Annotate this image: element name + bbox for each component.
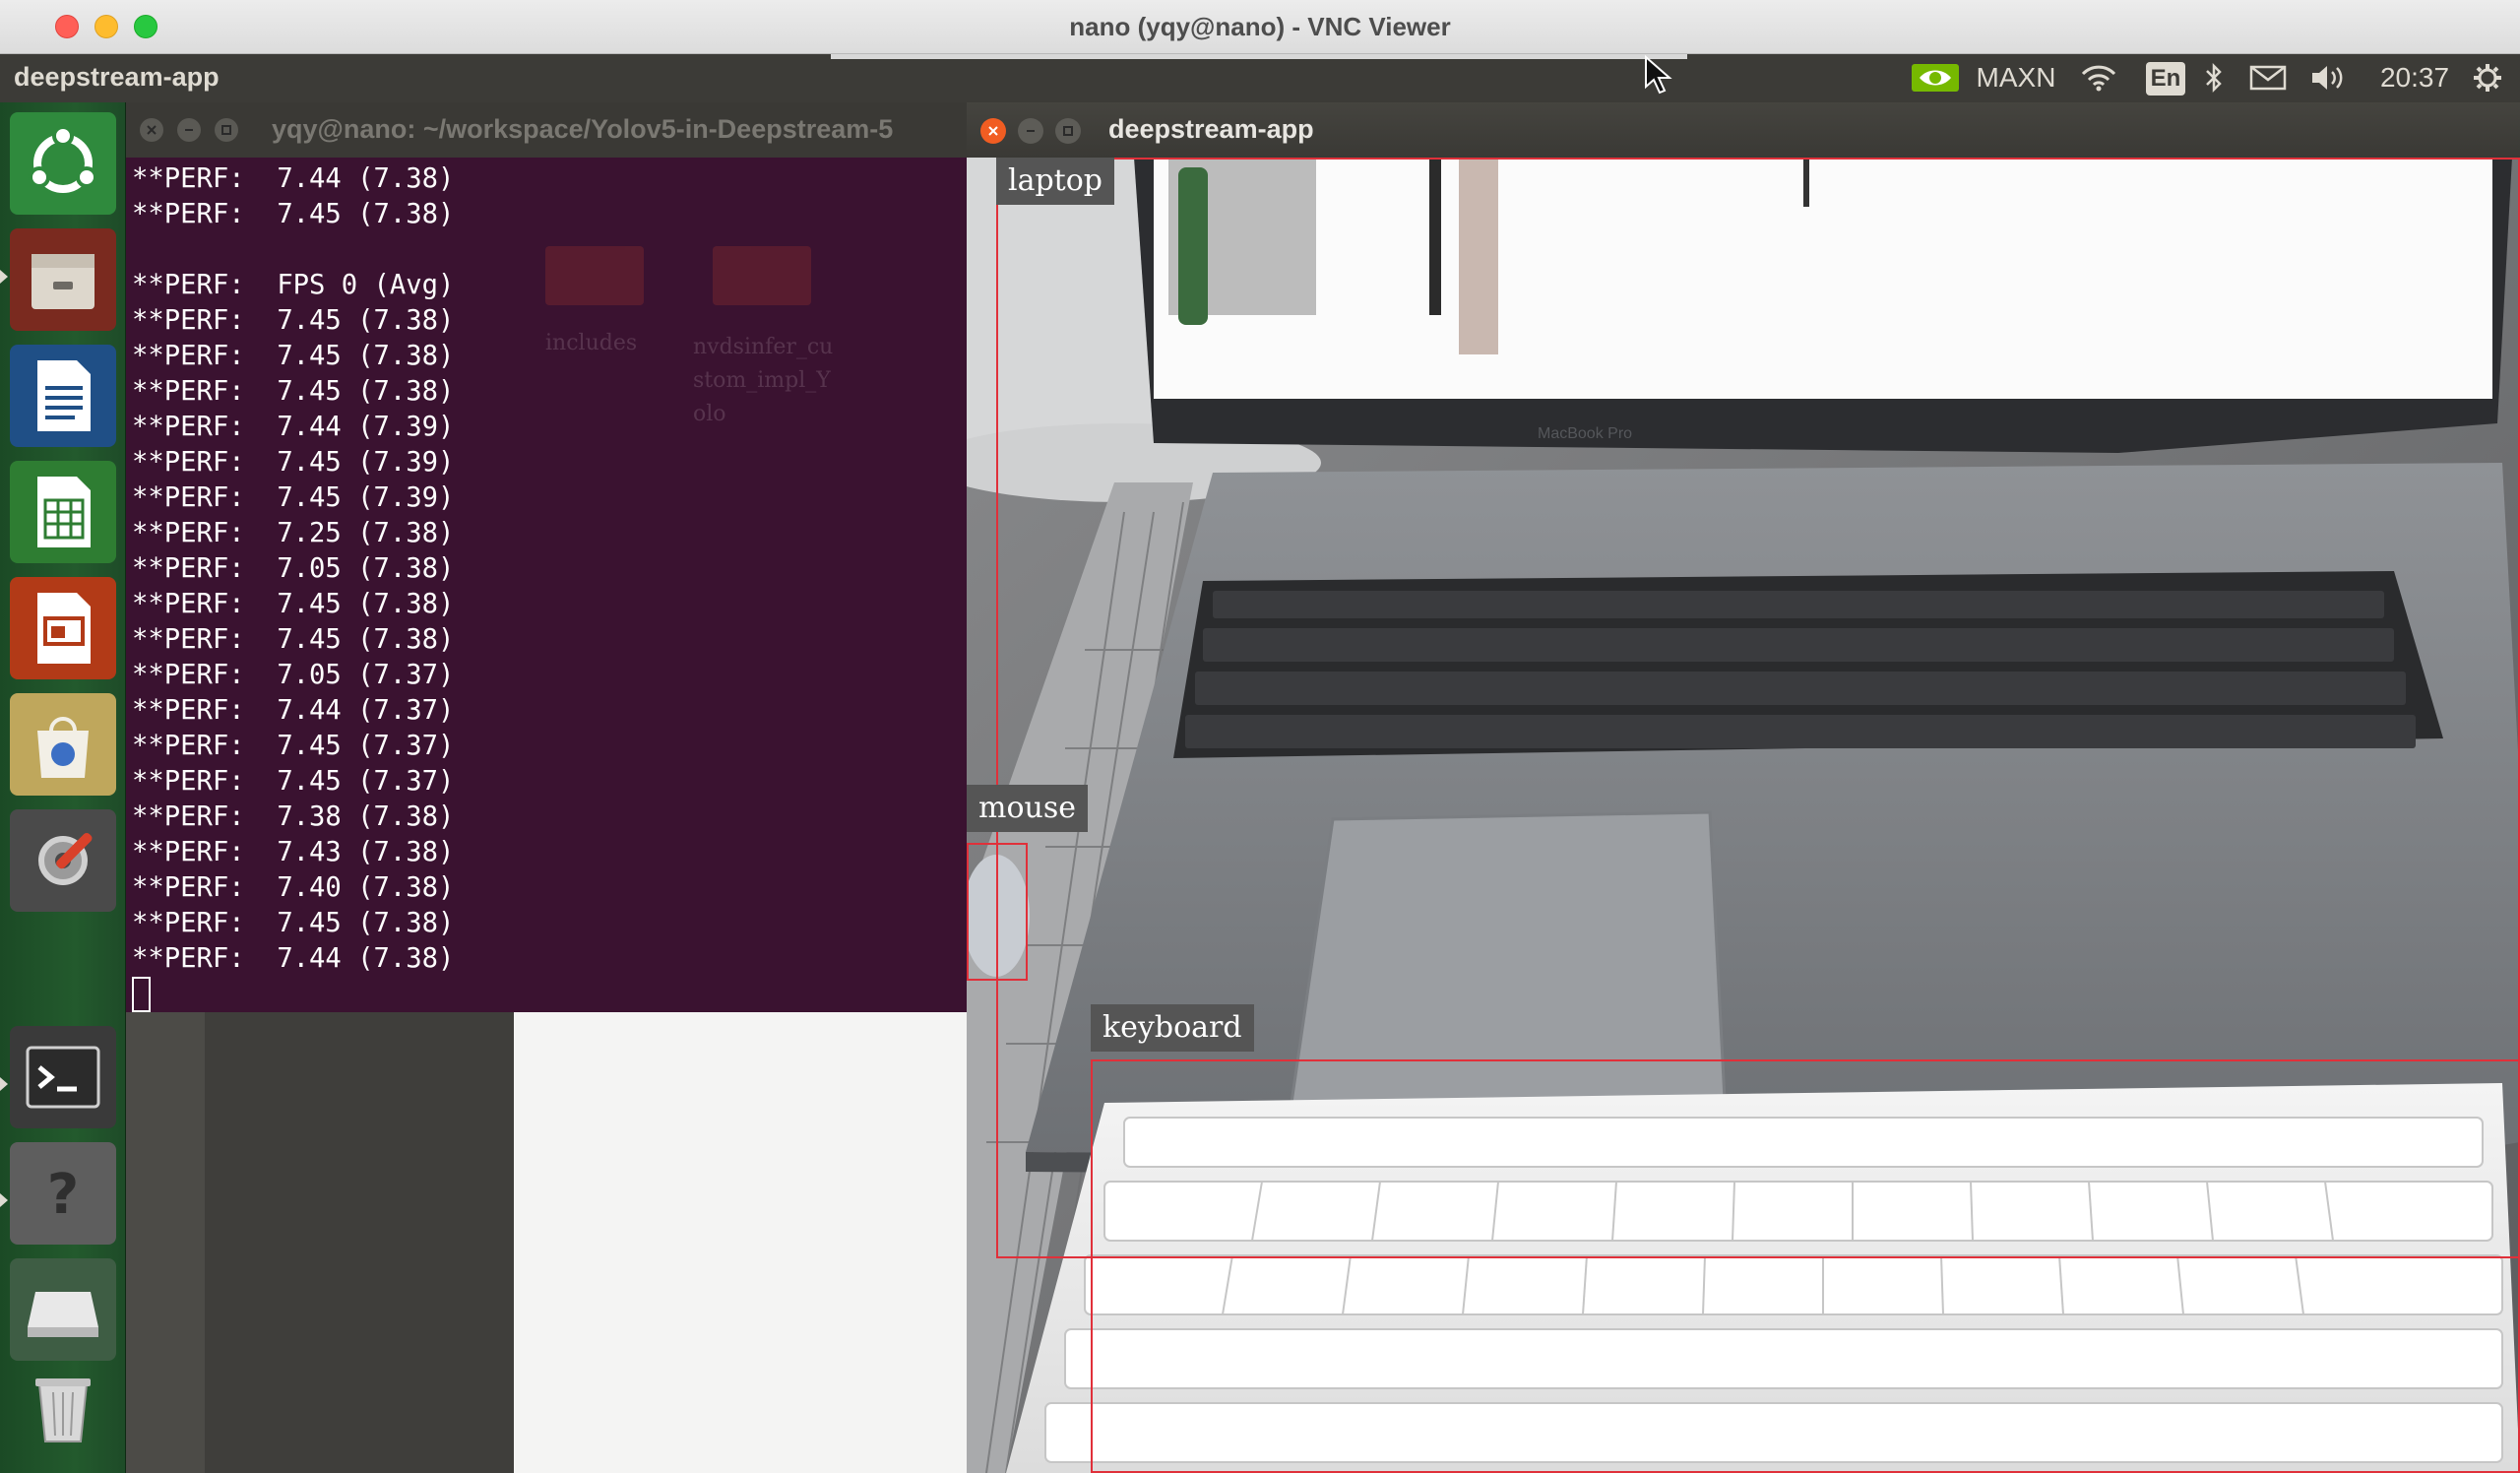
detection-label-keyboard: keyboard <box>1091 1004 1254 1052</box>
deepstream-minimize-button[interactable] <box>1018 118 1043 144</box>
terminal-output: **PERF: 7.44 (7.38) **PERF: 7.45 (7.38) **… <box>132 161 959 1012</box>
terminal-line: **PERF: 7.45 (7.39) <box>132 447 455 478</box>
deepstream-titlebar[interactable]: deepstream-app <box>967 102 2520 158</box>
power-mode-indicator[interactable]: MAXN <box>1969 60 2063 96</box>
vnc-screen: nano (yqy@nano) - VNC Viewer deepstream-… <box>0 0 2520 1473</box>
terminal-line: **PERF: 7.44 (7.38) <box>132 163 455 194</box>
terminal-body[interactable]: includes nvdsinfer_custom_impl_Yolo **PE… <box>126 158 967 1012</box>
deepstream-close-button[interactable] <box>980 118 1006 144</box>
volume-icon[interactable] <box>2307 60 2351 96</box>
files-icon[interactable] <box>10 228 116 331</box>
libreoffice-writer-icon[interactable] <box>10 345 116 447</box>
unity-launcher: ? <box>0 102 126 1473</box>
terminal-prompt-line[interactable] <box>132 977 959 1012</box>
detection-label-mouse: mouse <box>967 785 1088 832</box>
terminal-line: **PERF: 7.45 (7.39) <box>132 482 455 513</box>
terminal-line: **PERF: 7.05 (7.37) <box>132 660 455 690</box>
detection-box-keyboard <box>1091 1059 2520 1473</box>
terminal-line: **PERF: 7.44 (7.37) <box>132 695 455 726</box>
terminal-line: **PERF: 7.45 (7.38) <box>132 908 455 938</box>
terminal-line: **PERF: FPS 0 (Avg) <box>132 270 455 300</box>
svg-text:?: ? <box>47 1163 79 1227</box>
vnc-viewer-titlebar: nano (yqy@nano) - VNC Viewer <box>0 0 2520 54</box>
libreoffice-impress-icon[interactable] <box>10 577 116 679</box>
help-icon[interactable]: ? <box>10 1142 116 1245</box>
terminal-title: yqy@nano: ~/workspace/Yolov5-in-Deepstre… <box>272 114 894 144</box>
viewer-title: nano (yqy@nano) - VNC Viewer <box>1069 12 1451 41</box>
libreoffice-calc-icon[interactable] <box>10 461 116 563</box>
detection-box-mouse <box>967 843 1028 981</box>
deepstream-title: deepstream-app <box>1108 114 1314 144</box>
system-gear-icon[interactable] <box>2467 60 2508 96</box>
terminal-line: **PERF: 7.45 (7.38) <box>132 305 455 336</box>
files-running-indicator <box>0 270 8 284</box>
terminal-window[interactable]: yqy@nano: ~/workspace/Yolov5-in-Deepstre… <box>126 102 967 1012</box>
detection-label-laptop: laptop <box>996 158 1115 205</box>
terminal-line: **PERF: 7.45 (7.37) <box>132 731 455 761</box>
terminal-close-button[interactable] <box>140 118 163 142</box>
system-settings-icon[interactable] <box>10 809 116 912</box>
deepstream-maximize-button[interactable] <box>1055 118 1081 144</box>
terminal-line: **PERF: 7.45 (7.38) <box>132 341 455 371</box>
terminal-cursor <box>132 977 151 1012</box>
trash-icon[interactable] <box>10 1355 116 1457</box>
terminal-line: **PERF: 7.45 (7.38) <box>132 199 455 229</box>
mail-icon[interactable] <box>2244 60 2292 96</box>
wifi-icon[interactable] <box>2077 60 2120 96</box>
video-frame: MacBook Pro laptop mouse keyboard <box>967 158 2520 1473</box>
terminal-line: **PERF: 7.45 (7.38) <box>132 589 455 619</box>
bluetooth-icon[interactable] <box>2197 60 2231 96</box>
terminal-line: **PERF: 7.45 (7.38) <box>132 376 455 407</box>
terminal-line: **PERF: 7.45 (7.38) <box>132 624 455 655</box>
terminal-line: **PERF: 7.45 (7.37) <box>132 766 455 797</box>
clock[interactable]: 20:37 <box>2368 60 2461 96</box>
terminal-line: **PERF: 7.38 (7.38) <box>132 801 455 832</box>
terminal-line: **PERF: 7.44 (7.39) <box>132 412 455 442</box>
help-running-indicator <box>0 1193 8 1207</box>
terminal-line: **PERF: 7.43 (7.38) <box>132 837 455 867</box>
panel-scroll-indicator <box>831 54 1687 59</box>
terminal-icon[interactable] <box>10 1026 116 1128</box>
drive-icon[interactable] <box>10 1258 116 1361</box>
software-center-icon[interactable] <box>10 693 116 796</box>
terminal-minimize-button[interactable] <box>177 118 201 142</box>
active-app-title: deepstream-app <box>14 62 220 92</box>
mouse-cursor-icon <box>1644 54 1673 95</box>
terminal-line: **PERF: 7.44 (7.38) <box>132 943 455 974</box>
terminal-titlebar[interactable]: yqy@nano: ~/workspace/Yolov5-in-Deepstre… <box>126 102 967 158</box>
terminal-line: **PERF: 7.05 (7.38) <box>132 553 455 584</box>
terminal-line: **PERF: 7.40 (7.38) <box>132 872 455 903</box>
deepstream-window[interactable]: deepstream-app MacBook Pro laptop mouse … <box>967 102 2520 1473</box>
terminal-maximize-button[interactable] <box>215 118 238 142</box>
ubuntu-dash-icon[interactable] <box>10 112 116 215</box>
keyboard-layout-indicator[interactable]: En <box>2146 62 2185 96</box>
terminal-line: **PERF: 7.25 (7.38) <box>132 518 455 548</box>
terminal-running-indicator <box>0 1077 8 1091</box>
top-panel: deepstream-app MAXN En 20:37 <box>0 54 2520 102</box>
nvidia-icon[interactable] <box>1908 60 1963 96</box>
